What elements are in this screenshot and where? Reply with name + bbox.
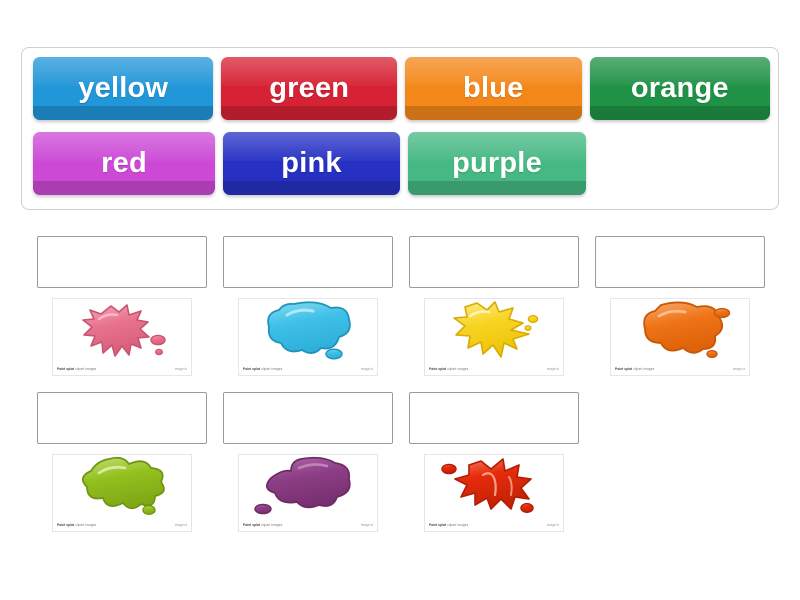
card-caption: Paint splat clipart images image id [429, 367, 559, 371]
word-tile-green[interactable]: green [221, 57, 397, 120]
word-tile-blue[interactable]: blue [405, 57, 582, 120]
word-bank-row-2: red pink purple [22, 132, 778, 200]
answer-cell-pink: Paint splat clipart images image id [37, 236, 207, 376]
image-card-orange-paint-splat: Paint splat clipart images image id [610, 298, 750, 376]
answer-cell-green: Paint splat clipart images image id [37, 392, 207, 532]
pink-paint-splat-icon [82, 304, 166, 357]
drop-zone-blue[interactable] [223, 236, 393, 288]
answer-grid-row-1: Paint splat clipart images image id Pain… [37, 236, 777, 376]
answer-cell-yellow: Paint splat clipart images image id [409, 236, 579, 376]
image-card-purple-paint-splat: Paint splat clipart images image id [238, 454, 378, 532]
drop-zone-yellow[interactable] [409, 236, 579, 288]
card-caption: Paint splat clipart images image id [243, 523, 373, 527]
image-card-red-paint-splat: Paint splat clipart images image id [424, 454, 564, 532]
card-caption: Paint splat clipart images image id [429, 523, 559, 527]
drop-zone-red[interactable] [409, 392, 579, 444]
word-tile-label: red [101, 147, 147, 179]
drop-zone-orange[interactable] [595, 236, 765, 288]
word-tile-label: yellow [78, 72, 169, 104]
word-bank-panel: yellow green blue orange red pink purple [21, 47, 779, 210]
purple-paint-splat-icon [254, 456, 351, 515]
orange-paint-splat-icon [643, 301, 731, 359]
word-tile-yellow[interactable]: yellow [33, 57, 214, 120]
word-tile-label: orange [630, 72, 729, 104]
word-tile-label: pink [281, 147, 342, 179]
word-tile-label: green [269, 72, 350, 104]
yellow-paint-splat-icon [453, 301, 539, 358]
card-caption: Paint splat clipart images image id [615, 367, 745, 371]
answer-cell-blue: Paint splat clipart images image id [223, 236, 393, 376]
word-tile-label: purple [452, 147, 542, 179]
card-caption: Paint splat clipart images image id [243, 367, 373, 371]
answer-cell-red: Paint splat clipart images image id [409, 392, 579, 532]
blue-paint-splat-icon [267, 301, 351, 360]
drop-zone-green[interactable] [37, 392, 207, 444]
drop-zone-pink[interactable] [37, 236, 207, 288]
answer-grid-row-2: Paint splat clipart images image id Pain… [37, 392, 777, 532]
word-tile-red[interactable]: red [33, 132, 215, 195]
word-tile-purple[interactable]: purple [408, 132, 586, 195]
word-tile-orange[interactable]: orange [589, 57, 770, 120]
word-bank-row-1: yellow green blue orange [22, 57, 778, 125]
image-card-yellow-paint-splat: Paint splat clipart images image id [424, 298, 564, 376]
drop-zone-purple[interactable] [223, 392, 393, 444]
word-tile-label: blue [463, 72, 524, 104]
card-caption: Paint splat clipart images image id [57, 367, 187, 371]
red-paint-splat-icon [441, 458, 534, 514]
image-card-green-paint-splat: Paint splat clipart images image id [52, 454, 192, 532]
activity-canvas: yellow green blue orange red pink purple [0, 0, 800, 600]
image-card-pink-paint-splat: Paint splat clipart images image id [52, 298, 192, 376]
word-tile-pink[interactable]: pink [223, 132, 400, 195]
answer-cell-purple: Paint splat clipart images image id [223, 392, 393, 532]
card-caption: Paint splat clipart images image id [57, 523, 187, 527]
image-card-blue-paint-splat: Paint splat clipart images image id [238, 298, 378, 376]
answer-grid: Paint splat clipart images image id Pain… [37, 236, 777, 548]
green-paint-splat-icon [81, 456, 165, 516]
answer-cell-orange: Paint splat clipart images image id [595, 236, 765, 376]
